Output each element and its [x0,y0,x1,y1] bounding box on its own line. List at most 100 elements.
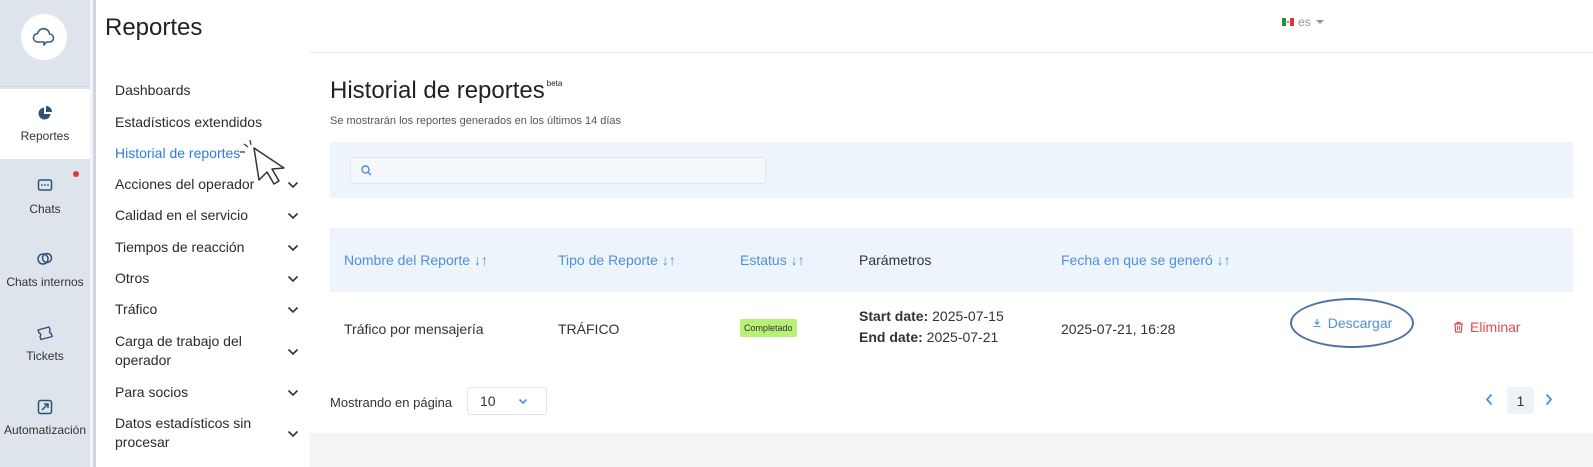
main-content: Historial de reportes beta Se mostrarán l… [310,53,1593,433]
rail-item-label: Tickets [26,349,64,363]
chat-icon [37,179,53,191]
notification-dot [73,171,79,177]
language-code: es [1298,15,1311,29]
ticket-icon [37,326,53,341]
mouse-cursor-icon [240,140,285,185]
pagination-bar: Mostrando en página 10 1 [330,387,1593,417]
cloud-logo-icon [32,27,55,46]
left-rail: Reportes Chats Chats internos Tickets Au… [0,0,90,467]
chevron-down-icon [287,212,299,219]
end-date-value: 2025-07-21 [926,329,999,345]
page-subtitle: Se mostrarán los reportes generados en l… [330,115,622,127]
subnav-item-label: Tiempos de reacción [115,239,245,255]
subnav-item-label: Calidad en el servicio [115,207,249,223]
column-header-name[interactable]: Nombre del Reporte ↓↑ [344,252,488,268]
page-title-text: Historial de reportes [330,77,545,104]
subnav-item-dashboards[interactable]: Dashboards [115,81,299,100]
automation-icon [37,399,53,415]
column-header-label: Nombre del Reporte [344,252,471,268]
subnav-item-label: Datos estadísticos sin procesar [115,415,252,450]
rail-item-tickets[interactable]: Tickets [0,309,90,379]
download-button[interactable]: Descargar [1290,298,1414,348]
cell-report-name: Tráfico por mensajería [344,321,484,337]
subnav-item-label: Carga de trabajo del operador [115,333,242,368]
cell-generated-date: 2025-07-21, 16:28 [1061,321,1176,337]
column-header-params: Parámetros [859,252,932,268]
status-badge: Completado [740,319,797,337]
column-header-label: Tipo de Reporte [558,252,658,268]
mexico-flag-icon [1282,18,1294,26]
search-icon [361,165,372,176]
subnav-item-para-socios[interactable]: Para socios [115,383,299,402]
table-row: Tráfico por mensajería TRÁFICO Completad… [330,292,1573,366]
start-date-value: 2025-07-15 [932,308,1004,324]
chevron-down-icon [287,244,299,251]
per-page-value: 10 [480,393,496,409]
subnav-item-label: Estadísticos extendidos [115,114,263,130]
subnav-item-label: Otros [115,270,150,286]
subnav-item-carga-de-trabajo[interactable]: Carga de trabajo del operador [115,332,265,370]
start-date-label: Start date: [859,308,929,324]
subnav-item-estadisticos-extendidos[interactable]: Estadísticos extendidos [115,113,299,132]
subnav-item-calidad-en-el-servicio[interactable]: Calidad en el servicio [115,206,299,225]
sort-icon: ↓↑ [790,252,805,268]
subnav-item-label: Acciones del operador [115,176,255,192]
rail-item-chats-internos[interactable]: Chats internos [0,235,90,305]
pie-chart-icon [38,106,52,120]
rail-item-label: Chats [29,202,61,216]
sort-icon: ↓↑ [473,252,488,268]
language-selector[interactable]: es [1282,15,1325,29]
chevron-down-icon [287,275,299,282]
subnav-item-label: Tráfico [115,301,158,317]
chevron-left-icon[interactable] [1485,393,1493,406]
table-header: Nombre del Reporte ↓↑ Tipo de Reporte ↓↑… [330,228,1573,292]
chevron-down-icon [287,306,299,313]
subnav-item-label: Historial de reportes [115,145,241,161]
subnav-item-tiempos-de-reaccion[interactable]: Tiempos de reacción [115,238,299,257]
rail-item-automatizacion[interactable]: Automatización [0,383,90,453]
subnav-item-datos-sin-procesar[interactable]: Datos estadísticos sin procesar [115,414,265,452]
internal-chat-icon [37,252,53,265]
download-label: Descargar [1327,315,1393,331]
per-page-select[interactable]: 10 [467,387,547,415]
subnav-title: Reportes [105,14,203,41]
delete-label: Eliminar [1470,319,1521,335]
subnav-item-otros[interactable]: Otros [115,269,299,288]
caret-down-icon [1315,20,1324,24]
chevron-right-icon[interactable] [1545,393,1553,406]
delete-button[interactable]: Eliminar [1453,319,1521,335]
chevron-down-icon [287,389,299,396]
column-header-date[interactable]: Fecha en que se generó ↓↑ [1061,252,1231,268]
per-page-label: Mostrando en página [330,395,453,410]
column-header-type[interactable]: Tipo de Reporte ↓↑ [558,252,676,268]
subnav-item-label: Dashboards [115,82,191,98]
download-icon [1313,319,1321,328]
end-date-label: End date: [859,329,923,345]
rail-divider [0,86,90,87]
rail-item-label: Automatización [3,423,87,437]
chevron-down-icon [287,348,299,356]
beta-badge: beta [546,79,563,88]
sort-icon: ↓↑ [661,252,676,268]
page-number-button[interactable]: 1 [1507,387,1534,414]
search-band [330,142,1573,198]
cell-report-type: TRÁFICO [558,321,620,337]
trash-icon [1454,321,1463,333]
cell-parameters: Start date: 2025-07-15 End date: 2025-07… [859,306,1004,348]
reports-subnav: Reportes Dashboards Estadísticos extendi… [93,0,310,467]
app-logo[interactable] [21,14,67,60]
search-input[interactable] [350,157,766,184]
page-title: Historial de reportes beta [330,77,562,105]
chevron-down-icon [287,430,299,438]
subnav-item-label: Para socios [115,384,189,400]
sort-icon: ↓↑ [1216,252,1231,268]
column-header-label: Fecha en que se generó [1061,252,1213,268]
rail-item-label: Chats internos [6,275,84,289]
rail-item-reportes[interactable]: Reportes [0,89,90,159]
subnav-item-trafico[interactable]: Tráfico [115,300,299,319]
rail-item-label: Reportes [20,129,70,143]
topbar: es [310,0,1593,53]
chevron-down-icon [518,398,527,404]
column-header-status[interactable]: Estatus ↓↑ [740,252,805,268]
column-header-label: Estatus [740,252,787,268]
